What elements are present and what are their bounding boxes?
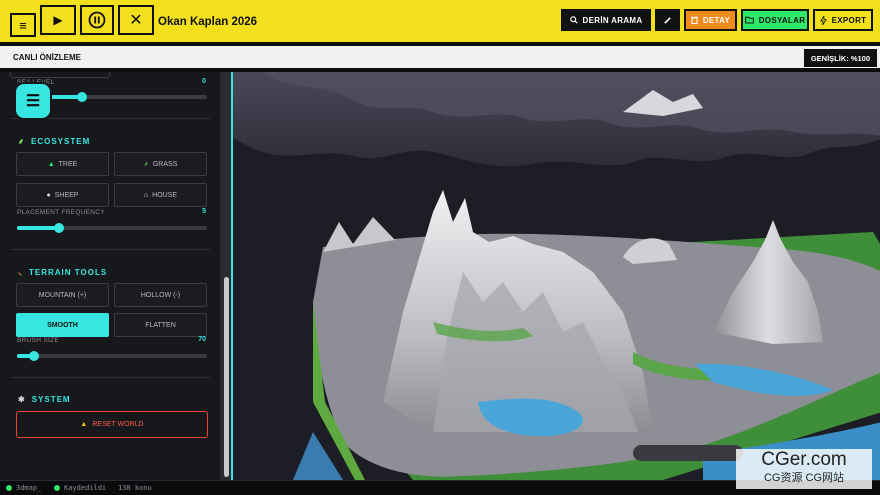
reset-world-button[interactable]: ▲ RESET WORLD — [16, 411, 208, 438]
tool-sidebar: SEA LEVEL 0 ⸙ ECOSYSTEM ▲ TREE ⸙ GRASS ● SH… — [0, 72, 222, 480]
placement-frequency-label: PLACEMENT FREQUENCY — [17, 209, 105, 216]
sidebar-scrollbar[interactable] — [222, 72, 231, 480]
placement-frequency-slider-fill — [17, 226, 59, 230]
play-button[interactable]: ▶ — [40, 5, 76, 35]
sheep-button[interactable]: ● SHEEP — [16, 183, 109, 207]
grass-icon: ⸙ — [143, 160, 149, 168]
placement-frequency-slider-knob[interactable] — [53, 223, 64, 233]
flatten-label: FLATTEN — [145, 321, 176, 329]
width-badge: GENİŞLİK: %100 — [803, 49, 877, 67]
hamburger-icon: ☰ — [25, 93, 41, 110]
warning-icon: ▲ — [80, 421, 88, 428]
house-icon: ⌂ — [143, 191, 149, 199]
close-icon: ✕ — [129, 12, 143, 29]
smooth-label: SMOOTH — [47, 321, 78, 329]
deep-search-button[interactable]: DERİN ARAMA — [561, 9, 651, 31]
brush-size-label: BRUSH SIZE — [17, 337, 60, 344]
menu-icon: ≡ — [19, 17, 27, 33]
divider — [10, 118, 210, 119]
app-title: Okan Kaplan 2026 — [158, 16, 258, 28]
hammer-icon: ⸜ — [18, 268, 23, 277]
watermark: CGer.com CG资源 CG网站 — [736, 449, 872, 489]
export-button[interactable]: EXPORT — [813, 9, 873, 31]
mountain-label: MOUNTAIN (+) — [38, 291, 87, 299]
gear-icon: ✱ — [18, 395, 26, 404]
files-label: DOSYALAR — [758, 15, 806, 25]
divider — [10, 249, 210, 250]
sheep-icon: ● — [46, 191, 51, 199]
word-count: 138 konu — [118, 484, 152, 492]
grass-button[interactable]: ⸙ GRASS — [114, 152, 207, 176]
status-dot — [6, 485, 12, 491]
watermark-sub: CG资源 CG网站 — [763, 472, 845, 484]
grass-label: GRASS — [152, 160, 178, 168]
edit-button[interactable] — [655, 9, 680, 31]
viewport-scrollbar[interactable] — [633, 445, 743, 461]
file-status: 3dmap_ — [6, 484, 41, 492]
placement-frequency-slider[interactable] — [17, 223, 207, 233]
tree-button[interactable]: ▲ TREE — [16, 152, 109, 176]
house-button[interactable]: ⌂ HOUSE — [114, 183, 207, 207]
tree-label: TREE — [58, 160, 78, 168]
terrain-tools-header: ⸜ TERRAIN TOOLS — [18, 267, 107, 278]
smooth-button[interactable]: SMOOTH — [16, 313, 109, 337]
status-dot — [54, 485, 60, 491]
ecosystem-title: ECOSYSTEM — [31, 137, 91, 146]
deep-search-label: DERİN ARAMA — [582, 15, 643, 25]
terrain-render — [233, 72, 880, 480]
sheep-label: SHEEP — [54, 191, 79, 199]
word-count-text: 138 konu — [118, 484, 152, 492]
hollow-label: HOLLOW (-) — [140, 291, 181, 299]
brush-size-value: 70 — [198, 336, 206, 343]
close-button[interactable]: ✕ — [118, 5, 154, 35]
watermark-main: CGer.com — [761, 449, 847, 470]
sea-level-slider-knob[interactable] — [76, 92, 87, 102]
brush-size-slider[interactable] — [17, 351, 207, 361]
top-toolbar: ≡ ▶ ✕ Okan Kaplan 2026 DERİN ARAMA DETAY… — [0, 0, 880, 44]
search-icon — [569, 16, 578, 24]
divider — [10, 377, 210, 378]
preview-title: CANLI ÖNİZLEME — [13, 53, 81, 62]
pencil-icon — [664, 16, 671, 24]
ecosystem-header: ⸙ ECOSYSTEM — [18, 136, 90, 147]
detail-label: DETAY — [702, 15, 731, 25]
mountain-button[interactable]: MOUNTAIN (+) — [16, 283, 109, 307]
trash-icon — [690, 16, 698, 24]
export-label: EXPORT — [831, 15, 867, 25]
tree-icon: ▲ — [47, 160, 55, 168]
cut-off-control — [10, 72, 110, 78]
house-label: HOUSE — [152, 191, 178, 199]
brush-size-slider-knob[interactable] — [29, 351, 40, 361]
floating-menu-button[interactable]: ☰ — [16, 84, 50, 118]
save-status: Kaydedildi — [54, 484, 106, 492]
system-title: SYSTEM — [31, 395, 71, 404]
pause-button[interactable] — [80, 5, 114, 35]
terrain-tools-title: TERRAIN TOOLS — [29, 268, 108, 277]
files-button[interactable]: DOSYALAR — [741, 9, 809, 31]
detail-button[interactable]: DETAY — [684, 9, 737, 31]
leaf-icon: ⸙ — [18, 137, 25, 146]
file-name: 3dmap_ — [16, 484, 42, 492]
system-header: ✱ SYSTEM — [18, 395, 71, 404]
menu-button[interactable]: ≡ — [10, 13, 36, 37]
pause-icon — [88, 11, 106, 29]
preview-header: CANLI ÖNİZLEME GENİŞLİK: %100 — [0, 46, 880, 70]
flatten-button[interactable]: FLATTEN — [114, 313, 207, 337]
sea-level-value: 0 — [202, 78, 206, 85]
folder-icon — [744, 16, 754, 24]
lightning-icon — [819, 15, 827, 25]
terrain-viewport[interactable] — [231, 72, 880, 480]
hollow-button[interactable]: HOLLOW (-) — [114, 283, 207, 307]
reset-world-label: RESET WORLD — [92, 421, 144, 428]
save-status-text: Kaydedildi — [64, 484, 107, 492]
play-icon: ▶ — [53, 13, 63, 27]
placement-frequency-value: 5 — [202, 208, 206, 215]
sidebar-scroll-thumb[interactable] — [224, 277, 229, 477]
